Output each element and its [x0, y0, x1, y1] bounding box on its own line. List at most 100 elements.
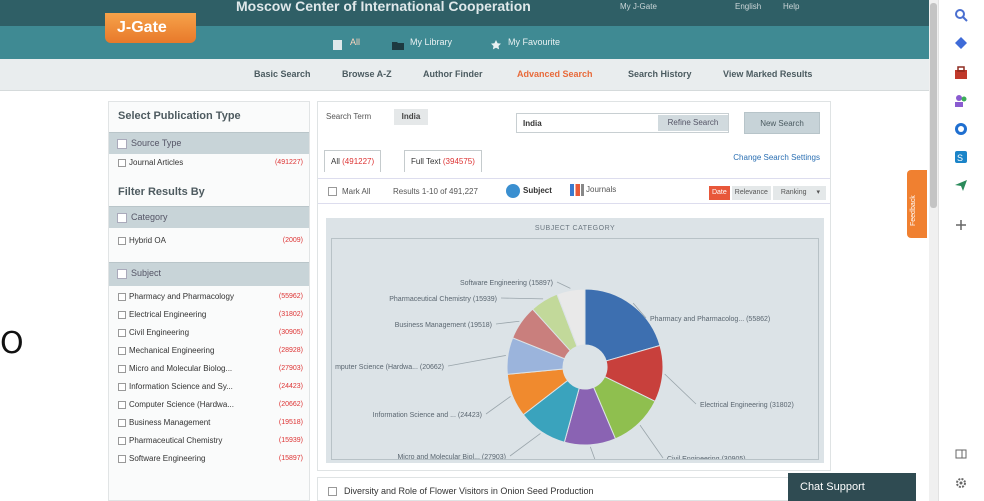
sort-options: Date Relevance Ranking ▾	[707, 186, 826, 200]
sort-ranking-dropdown[interactable]: Ranking ▾	[772, 186, 826, 200]
subject-filter-item[interactable]: Micro and Molecular Biolog... (27903)	[109, 360, 309, 378]
journal-articles-filter[interactable]: Journal Articles (491227)	[109, 154, 309, 172]
search-icon[interactable]	[954, 8, 968, 22]
plane-icon[interactable]	[954, 178, 968, 192]
subject-filter-item[interactable]: Software Engineering (15897)	[109, 450, 309, 468]
menu-author-finder[interactable]: Author Finder	[423, 69, 483, 79]
menu-view-marked-results[interactable]: View Marked Results	[723, 69, 812, 79]
browser-sidebar: S	[938, 0, 984, 501]
subject-filter-item[interactable]: Mechanical Engineering (28928)	[109, 342, 309, 360]
result-title[interactable]: Diversity and Role of Flower Visitors in…	[344, 486, 593, 496]
pie-chart: Pharmacy and Pharmacolog... (55862) Elect…	[335, 280, 794, 484]
label-leader-line	[447, 355, 506, 367]
filter-count: (24423)	[278, 383, 303, 390]
search-term-label: Search Term	[326, 112, 372, 121]
category-label: Category	[131, 212, 168, 222]
tab-my-library[interactable]: My Library	[386, 33, 452, 51]
checkbox[interactable]	[328, 187, 337, 197]
pie-label: Civil Engineering (30905)	[667, 456, 746, 459]
subject-filter-item[interactable]: Pharmacy and Pharmacology (55962)	[109, 288, 309, 306]
subject-label: Subject	[523, 186, 552, 196]
menu-search-history[interactable]: Search History	[628, 69, 692, 79]
filter-count: (28928)	[278, 347, 303, 354]
checkbox[interactable]	[118, 364, 126, 373]
jgate-logo[interactable]: J-Gate	[105, 13, 196, 43]
subject-filter-item[interactable]: Pharmaceutical Chemistry (15939)	[109, 432, 309, 450]
menu-advanced-search[interactable]: Advanced Search	[517, 69, 593, 79]
filter-count: (491227)	[274, 159, 303, 166]
subject-filter-item[interactable]: Computer Science (Hardwa... (20662)	[109, 396, 309, 414]
label-leader-line	[500, 297, 544, 300]
tab-my-favourite[interactable]: My Favourite	[484, 33, 560, 51]
subject-label: Subject	[131, 268, 162, 278]
checkbox[interactable]	[118, 400, 126, 409]
my-jgate-link[interactable]: My J-Gate	[620, 2, 657, 11]
new-search-button[interactable]: New Search	[744, 112, 820, 134]
outlook-icon[interactable]	[954, 122, 968, 136]
checkbox[interactable]	[118, 292, 126, 301]
filter-label: Business Management	[129, 418, 211, 427]
help-link[interactable]: Help	[783, 2, 799, 11]
tab-full-text[interactable]: Full Text (394575)	[404, 150, 482, 172]
feedback-tab[interactable]: Feedback	[907, 170, 927, 238]
people-icon[interactable]	[954, 94, 968, 108]
menu-browse-az[interactable]: Browse A-Z	[342, 69, 392, 79]
tab-all[interactable]: All	[326, 33, 360, 51]
pie-label: Electrical Engineering (31802)	[700, 402, 794, 409]
journals-view-button[interactable]: Journals	[570, 184, 616, 196]
subject-filter-item[interactable]: Civil Engineering (30905)	[109, 324, 309, 342]
subject-filter-item[interactable]: Information Science and Sy... (24423)	[109, 378, 309, 396]
plus-icon[interactable]	[954, 218, 968, 232]
star-icon	[490, 38, 502, 50]
menu-basic-search[interactable]: Basic Search	[254, 69, 311, 79]
checkbox[interactable]	[328, 487, 337, 497]
search-term-tag[interactable]: India	[394, 109, 428, 125]
filter-count: (15939)	[278, 437, 303, 444]
partial-letter: O	[0, 326, 24, 361]
hybrid-oa-filter[interactable]: Hybrid OA (2009)	[109, 232, 309, 250]
chat-support-button[interactable]: Chat Support	[788, 473, 916, 501]
subject-view-button[interactable]: Subject	[506, 184, 552, 198]
category-header[interactable]: Category	[109, 206, 309, 228]
collapse-icon	[117, 212, 127, 223]
subject-filter-item[interactable]: Business Management (19518)	[109, 414, 309, 432]
feedback-label: Feedback	[910, 195, 917, 226]
checkbox[interactable]	[118, 328, 126, 337]
filter-count: (15897)	[278, 455, 303, 462]
scrollbar[interactable]	[929, 0, 938, 501]
institution-name: Moscow Center of International Cooperati…	[236, 0, 531, 14]
filter-count: (2009)	[282, 237, 303, 244]
sort-date-button[interactable]: Date	[708, 186, 730, 200]
chart-title: SUBJECT CATEGORY	[534, 225, 616, 232]
language-link[interactable]: English	[735, 2, 761, 11]
mark-all-control[interactable]: Mark All	[328, 187, 371, 197]
subject-filter-item[interactable]: Electrical Engineering (31802)	[109, 306, 309, 324]
checkbox[interactable]	[118, 436, 126, 445]
checkbox[interactable]	[118, 158, 126, 167]
toolbox-icon[interactable]	[954, 66, 968, 80]
tab-my-favourite-label: My Favourite	[508, 37, 561, 47]
panel-icon[interactable]	[954, 447, 968, 461]
scroll-thumb[interactable]	[930, 3, 937, 208]
checkbox[interactable]	[118, 382, 126, 391]
change-search-settings-link[interactable]: Change Search Settings	[733, 153, 820, 162]
tab-all-results[interactable]: All (491227)	[324, 150, 382, 172]
source-type-header[interactable]: Source Type	[109, 132, 309, 154]
settings-icon[interactable]	[954, 476, 968, 490]
filter-label: Pharmaceutical Chemistry	[129, 436, 223, 445]
sort-relevance-button[interactable]: Relevance	[731, 186, 771, 200]
result-item[interactable]: Diversity and Role of Flower Visitors in…	[317, 477, 831, 501]
diamond-icon[interactable]	[954, 36, 968, 50]
teams-icon[interactable]: S	[954, 150, 968, 164]
pie-label: Information Science and ... (24423)	[373, 412, 482, 419]
filter-results-title: Filter Results By	[118, 186, 205, 198]
subject-header[interactable]: Subject	[109, 262, 309, 286]
checkbox[interactable]	[118, 346, 126, 355]
checkbox[interactable]	[118, 454, 126, 463]
mark-all-label: Mark All	[342, 187, 371, 196]
checkbox[interactable]	[118, 236, 126, 245]
refine-search-button[interactable]: Refine Search	[658, 115, 728, 131]
chevron-down-icon: ▾	[813, 186, 823, 200]
checkbox[interactable]	[118, 310, 126, 319]
checkbox[interactable]	[118, 418, 126, 427]
